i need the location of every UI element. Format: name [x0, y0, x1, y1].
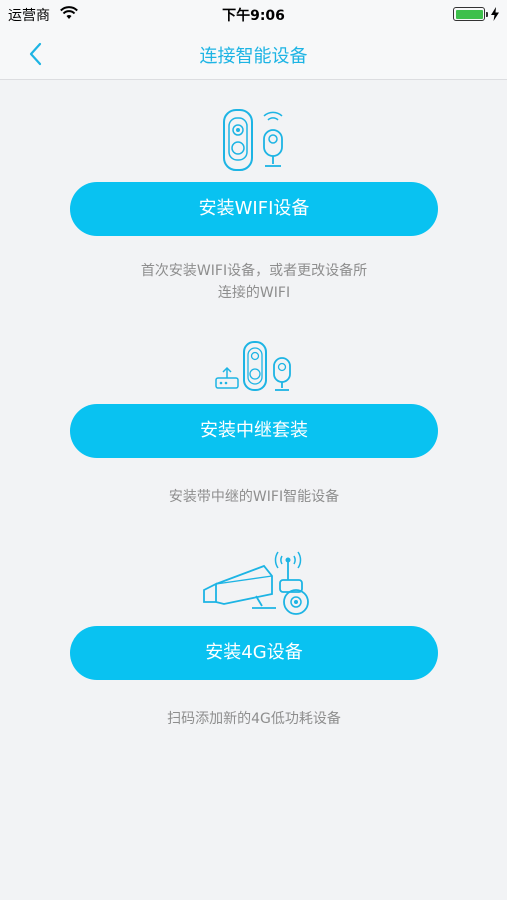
relay-desc-line1: 安装带中继的WIFI智能设备 — [168, 489, 340, 505]
wifi-desc-line2: 连接的WIFI — [217, 285, 291, 301]
4g-camera-icon — [196, 550, 316, 620]
4g-desc-line1: 扫码添加新的4G低功耗设备 — [167, 711, 341, 727]
wifi-device-description: 首次安装WIFI设备，或者更改设备所 连接的WIFI — [70, 260, 438, 304]
battery-icon — [453, 7, 488, 21]
page-title: 连接智能设备 — [199, 46, 308, 67]
status-time: 下午9:06 — [222, 8, 285, 24]
navigation-bar: 连接智能设备 — [0, 28, 507, 80]
status-bar: 运营商 下午9:06 — [0, 0, 507, 28]
install-wifi-device-button[interactable]: 安装WIFI设备 — [70, 182, 438, 236]
wifi-doorbell-camera-icon — [218, 106, 290, 176]
relay-kit-icon — [214, 338, 296, 398]
charging-icon — [491, 6, 499, 25]
install-4g-device-button[interactable]: 安装4G设备 — [70, 626, 438, 680]
4g-device-description: 扫码添加新的4G低功耗设备 — [70, 708, 438, 730]
relay-kit-description: 安装带中继的WIFI智能设备 — [70, 486, 438, 508]
wifi-desc-line1: 首次安装WIFI设备，或者更改设备所 — [140, 263, 368, 279]
install-relay-kit-button[interactable]: 安装中继套装 — [70, 404, 438, 458]
